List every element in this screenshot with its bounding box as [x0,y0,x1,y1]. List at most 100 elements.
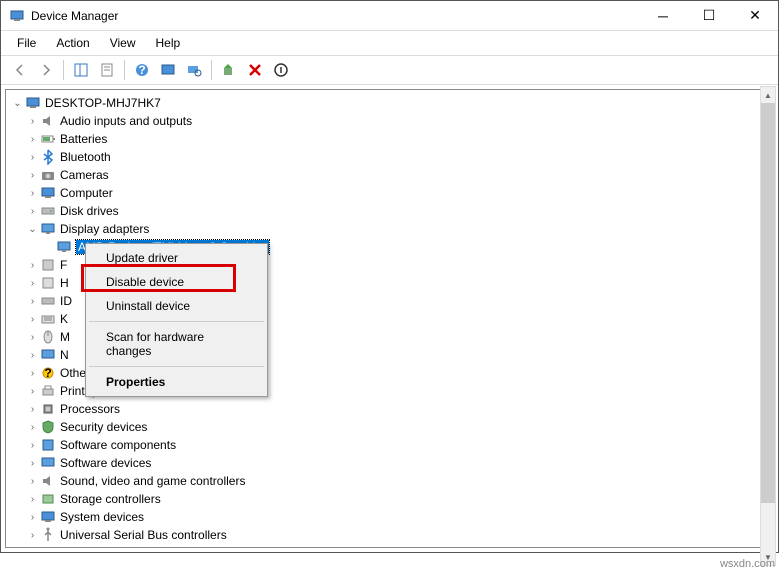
expand-icon[interactable]: › [25,404,40,415]
cpu-icon [40,401,56,417]
update-driver-button[interactable] [218,59,240,81]
collapse-icon[interactable]: ⌄ [10,98,25,109]
category-bluetooth[interactable]: ›Bluetooth [6,148,773,166]
usb-icon [40,527,56,543]
action-button[interactable] [157,59,179,81]
software-icon [40,437,56,453]
disable-button[interactable] [270,59,292,81]
mouse-icon [40,329,56,345]
expand-icon[interactable]: › [25,170,40,181]
ctx-uninstall-device[interactable]: Uninstall device [88,294,265,318]
audio-icon [40,113,56,129]
scroll-thumb[interactable] [761,103,775,503]
window-title: Device Manager [31,9,640,23]
category-software-devices[interactable]: ›Software devices [6,454,773,472]
titlebar: Device Manager ─ ☐ ✕ [1,1,778,31]
expand-icon[interactable]: › [25,512,40,523]
category-sound[interactable]: ›Sound, video and game controllers [6,472,773,490]
expand-icon[interactable]: › [25,530,40,541]
close-button[interactable]: ✕ [732,1,778,31]
expand-icon[interactable]: › [25,260,40,271]
network-icon [40,347,56,363]
sound-icon [40,473,56,489]
menu-help[interactable]: Help [146,33,191,53]
category-usb[interactable]: ›Universal Serial Bus controllers [6,526,773,544]
display-icon [40,221,56,237]
expand-icon[interactable]: › [25,350,40,361]
toolbar: ? [1,56,778,85]
category-audio[interactable]: ›Audio inputs and outputs [6,112,773,130]
expand-icon[interactable]: › [25,386,40,397]
category-display-adapters[interactable]: ⌄Display adapters [6,220,773,238]
context-menu: Update driver Disable device Uninstall d… [85,243,268,397]
expand-icon[interactable]: › [25,116,40,127]
computer-icon [25,95,41,111]
category-disk-drives[interactable]: ›Disk drives [6,202,773,220]
expand-icon[interactable]: › [25,476,40,487]
category-system-devices[interactable]: ›System devices [6,508,773,526]
back-button[interactable] [9,59,31,81]
collapse-icon[interactable]: ⌄ [25,224,40,235]
expand-icon[interactable]: › [25,422,40,433]
software-dev-icon [40,455,56,471]
system-icon [40,509,56,525]
expand-icon[interactable]: › [25,134,40,145]
category-batteries[interactable]: ›Batteries [6,130,773,148]
security-icon [40,419,56,435]
hid-icon [40,275,56,291]
ctx-properties[interactable]: Properties [88,370,265,394]
expand-icon[interactable]: › [25,296,40,307]
expand-icon[interactable]: › [25,188,40,199]
properties-button[interactable] [96,59,118,81]
category-cameras[interactable]: ›Cameras [6,166,773,184]
camera-icon [40,167,56,183]
menu-file[interactable]: File [7,33,46,53]
expand-icon[interactable]: › [25,494,40,505]
ctx-separator [89,366,264,367]
root-node[interactable]: ⌄ DESKTOP-MHJ7HK7 [6,94,773,112]
svg-text:?: ? [138,63,145,77]
ctx-separator [89,321,264,322]
expand-icon[interactable]: › [25,368,40,379]
ctx-update-driver[interactable]: Update driver [88,246,265,270]
display-icon [56,239,72,255]
scroll-up-icon[interactable]: ▲ [761,87,775,103]
expand-icon[interactable]: › [25,458,40,469]
expand-icon[interactable]: › [25,314,40,325]
app-icon [9,8,25,24]
maximize-button[interactable]: ☐ [686,1,732,31]
category-computer[interactable]: ›Computer [6,184,773,202]
category-storage[interactable]: ›Storage controllers [6,490,773,508]
ctx-disable-device[interactable]: Disable device [88,270,265,294]
disk-icon [40,203,56,219]
category-security-devices[interactable]: ›Security devices [6,418,773,436]
category-processors[interactable]: ›Processors [6,400,773,418]
storage-icon [40,491,56,507]
menu-view[interactable]: View [100,33,146,53]
battery-icon [40,131,56,147]
device-icon [40,257,56,273]
scan-hardware-button[interactable] [183,59,205,81]
svg-text:?: ? [44,366,51,380]
menubar: File Action View Help [1,31,778,56]
forward-button[interactable] [35,59,57,81]
category-software-components[interactable]: ›Software components [6,436,773,454]
expand-icon[interactable]: › [25,206,40,217]
root-label: DESKTOP-MHJ7HK7 [45,96,161,110]
minimize-button[interactable]: ─ [640,1,686,31]
bluetooth-icon [40,149,56,165]
keyboard-icon [40,311,56,327]
expand-icon[interactable]: › [25,278,40,289]
expand-icon[interactable]: › [25,332,40,343]
vertical-scrollbar[interactable]: ▲ ▼ [760,86,776,566]
pc-icon [40,185,56,201]
show-hide-console-button[interactable] [70,59,92,81]
other-icon: ? [40,365,56,381]
expand-icon[interactable]: › [25,152,40,163]
expand-icon[interactable]: › [25,440,40,451]
help-button[interactable]: ? [131,59,153,81]
uninstall-button[interactable] [244,59,266,81]
menu-action[interactable]: Action [46,33,99,53]
ctx-scan-hardware[interactable]: Scan for hardware changes [88,325,265,363]
printer-icon [40,383,56,399]
